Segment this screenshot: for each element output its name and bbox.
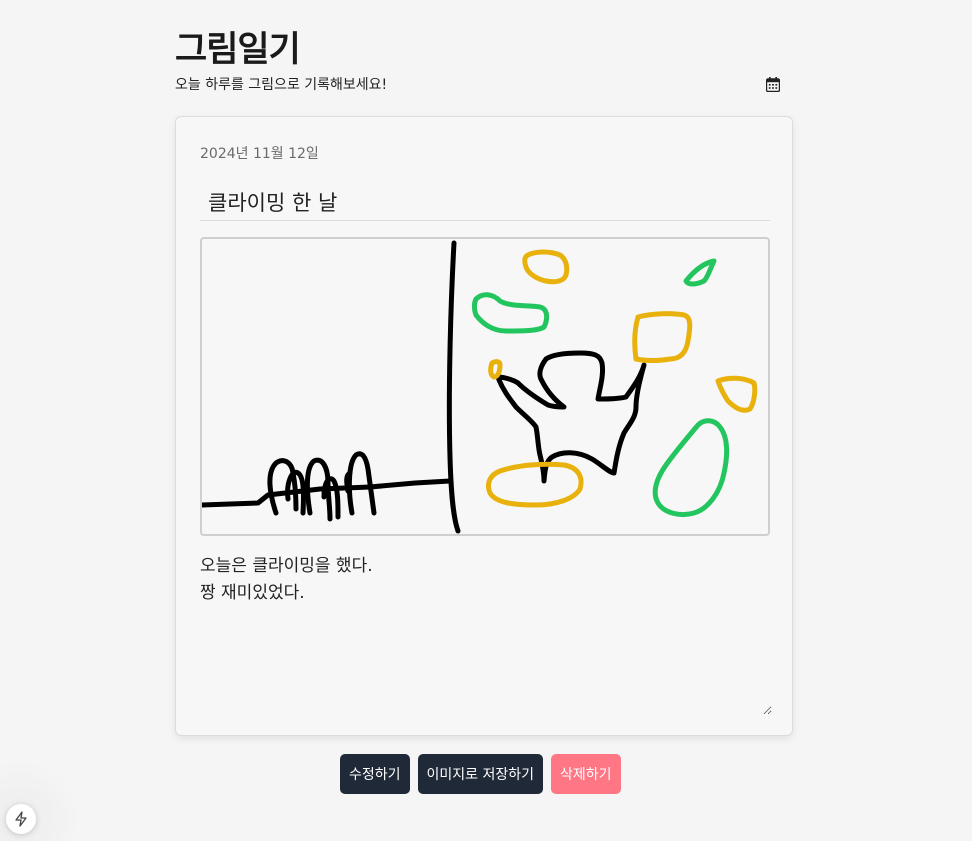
yellow-strokes [485,249,758,508]
stroke-hold-8 [652,418,730,518]
stroke-hold-2 [632,311,693,363]
app-subtitle: 오늘 하루를 그림으로 기록해보세요! [175,77,388,93]
stroke-hand-1 [267,458,299,516]
stroke-hold-1 [522,249,570,285]
corner-badge[interactable] [6,804,36,834]
action-bar: 수정하기 이미지로 저장하기 삭제하기 [340,754,621,794]
calendar-icon [766,76,780,92]
stroke-hold-4 [715,375,758,413]
edit-button[interactable]: 수정하기 [340,754,410,794]
drawing-canvas[interactable] [200,237,770,536]
stroke-hand-5 [346,451,377,516]
body-textarea[interactable]: 오늘은 클라이밍을 했다. 짱 재미있었다. [200,553,772,715]
header: 그림일기 오늘 하루를 그림으로 기록해보세요! [175,28,795,98]
stroke-wall [446,240,461,534]
stroke-hold-5 [485,461,584,508]
stroke-hold-7 [683,258,717,287]
calendar-button[interactable] [764,75,782,93]
black-strokes [202,240,647,534]
lightning-icon [15,811,27,827]
title-input[interactable] [200,183,770,221]
stroke-climber [495,350,647,484]
app-title: 그림일기 [175,30,301,70]
stroke-hold-6 [472,292,550,334]
page: 그림일기 오늘 하루를 그림으로 기록해보세요! 2024년 11월 12일 클… [0,0,972,841]
diary-card: 2024년 11월 12일 클라이밍 한 날 오늘은 클라이밍을 했다. 짱 재… [175,116,793,736]
drawing [202,240,758,534]
save-image-button[interactable]: 이미지로 저장하기 [417,754,544,794]
delete-button[interactable]: 삭제하기 [551,754,621,794]
stroke-hold-3 [488,359,503,380]
entry-date: 2024년 11월 12일 [200,146,319,162]
